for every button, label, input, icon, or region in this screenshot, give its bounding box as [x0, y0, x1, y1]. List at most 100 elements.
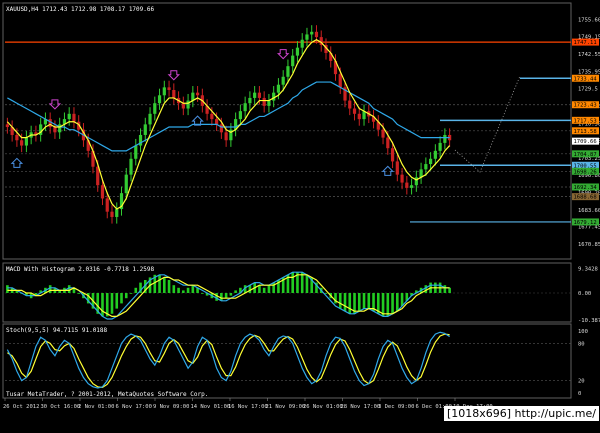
price-tag-label: 1698.26	[574, 169, 597, 175]
candle-body	[352, 108, 357, 114]
chart-canvas[interactable]: 1755.601749.151742.551735.951729.51722.9…	[0, 0, 600, 429]
time-tick-label: 16 Nov 17:00	[228, 404, 268, 410]
macd-histogram-bar	[291, 272, 294, 293]
macd-histogram-bar	[362, 293, 366, 309]
macd-histogram-bar	[124, 293, 128, 299]
candle-body	[414, 177, 418, 186]
macd-histogram-bar	[391, 293, 394, 314]
candle-body	[310, 31, 314, 35]
candle-body	[72, 113, 76, 122]
candle-body	[281, 76, 285, 85]
macd-histogram-bar	[158, 274, 161, 293]
candle-body	[286, 66, 290, 77]
candle-body	[215, 119, 219, 125]
chart-title: XAUUSD,H4 1712.43 1712.98 1708.17 1709.6…	[6, 6, 155, 13]
candle-body	[314, 31, 319, 38]
macd-histogram-bar	[357, 293, 361, 312]
candle-body	[257, 92, 262, 98]
macd-histogram-bar	[386, 293, 390, 317]
macd-histogram-bar	[201, 293, 204, 294]
macd-histogram-bar	[115, 293, 119, 309]
macd-histogram-bar	[48, 285, 52, 293]
candle-body	[24, 137, 28, 146]
macd-histogram-bar	[324, 293, 328, 294]
candle-body	[186, 100, 190, 109]
stoch-tick-label: 0	[578, 391, 581, 397]
price-tick-label: 1729.5	[578, 87, 598, 93]
candle-body	[291, 55, 295, 67]
candle-body	[129, 158, 133, 175]
candle-body	[443, 134, 447, 143]
candle-body	[167, 87, 171, 90]
candle-body	[134, 145, 138, 159]
candle-body	[5, 124, 9, 128]
chart-window[interactable]: 1755.601749.151742.551735.951729.51722.9…	[0, 0, 600, 429]
price-tag-label: 1679.12	[574, 220, 597, 226]
time-tick-label: 26 Oct 2012	[3, 404, 39, 410]
macd-histogram-bar	[400, 293, 404, 306]
time-tick-label: 6 Nov 17:00	[116, 404, 152, 410]
candle-body	[262, 97, 266, 106]
macd-histogram-bar	[163, 277, 166, 293]
macd-histogram-bar	[229, 293, 233, 296]
candle-body	[357, 113, 361, 120]
price-tag-label: 1723.43	[574, 103, 597, 109]
candle-body	[395, 161, 399, 175]
time-tick-label: 30 Oct 16:00	[41, 404, 81, 410]
macd-histogram-bar	[396, 293, 399, 312]
candle-body	[210, 113, 214, 120]
candle-body	[386, 137, 390, 149]
candle-body	[224, 132, 228, 141]
candle-body	[181, 103, 185, 109]
macd-histogram-bar	[129, 293, 133, 294]
macd-histogram-bar	[177, 287, 180, 293]
candle-body	[195, 92, 200, 96]
candle-body	[105, 198, 109, 212]
price-tag-label: 1717.53	[574, 118, 597, 124]
candle-body	[438, 142, 442, 151]
macd-histogram-bar	[186, 287, 190, 293]
price-tick-label: 1683.60	[578, 208, 600, 214]
macd-histogram-bar	[172, 285, 176, 293]
candle-body	[409, 185, 414, 188]
candle-body	[338, 74, 342, 88]
macd-histogram-bar	[424, 285, 428, 293]
macd-histogram-bar	[343, 293, 347, 312]
price-tag-label: 1733.44	[574, 76, 598, 82]
time-tick-label: 3 Dec 09:00	[378, 404, 414, 410]
candle-body	[248, 97, 252, 104]
candle-body	[433, 150, 437, 159]
candle-body	[67, 113, 71, 120]
time-tick-label: 14 Nov 01:00	[191, 404, 231, 410]
time-tick-label: 9 Nov 09:00	[153, 404, 189, 410]
stochastic-indicator-title: Stoch(9,5,5) 94.7115 91.0188	[6, 327, 108, 334]
candle-body	[58, 124, 62, 133]
candle-body	[48, 119, 52, 128]
stoch-tick-label: 100	[578, 329, 588, 335]
candle-body	[148, 113, 152, 125]
macd-histogram-bar	[215, 293, 218, 301]
candle-body	[162, 87, 166, 96]
candle-body	[405, 182, 409, 188]
macd-histogram-bar	[367, 293, 371, 309]
candle-body	[15, 134, 19, 141]
price-tag-label: 1688.68	[574, 195, 597, 201]
candle-body	[272, 92, 276, 101]
candle-body	[243, 103, 247, 112]
macd-histogram-bar	[120, 293, 123, 304]
macd-histogram-bar	[338, 293, 342, 309]
candle-body	[390, 148, 395, 162]
candle-body	[305, 34, 309, 40]
macd-tick-label: 0.00	[578, 291, 591, 297]
stoch-tick-label: 20	[578, 379, 585, 385]
time-tick-label: 2 Nov 01:00	[78, 404, 114, 410]
candle-body	[276, 84, 281, 93]
macd-histogram-bar	[234, 290, 237, 293]
macd-histogram-bar	[167, 280, 171, 293]
watermark-text: [1018x696] http://upic.me/	[443, 406, 599, 421]
macd-histogram-bar	[305, 274, 309, 293]
candle-body	[110, 211, 114, 217]
macd-tick-label: -10.3876	[578, 318, 600, 324]
candle-body	[400, 174, 404, 183]
candle-body	[219, 124, 223, 133]
